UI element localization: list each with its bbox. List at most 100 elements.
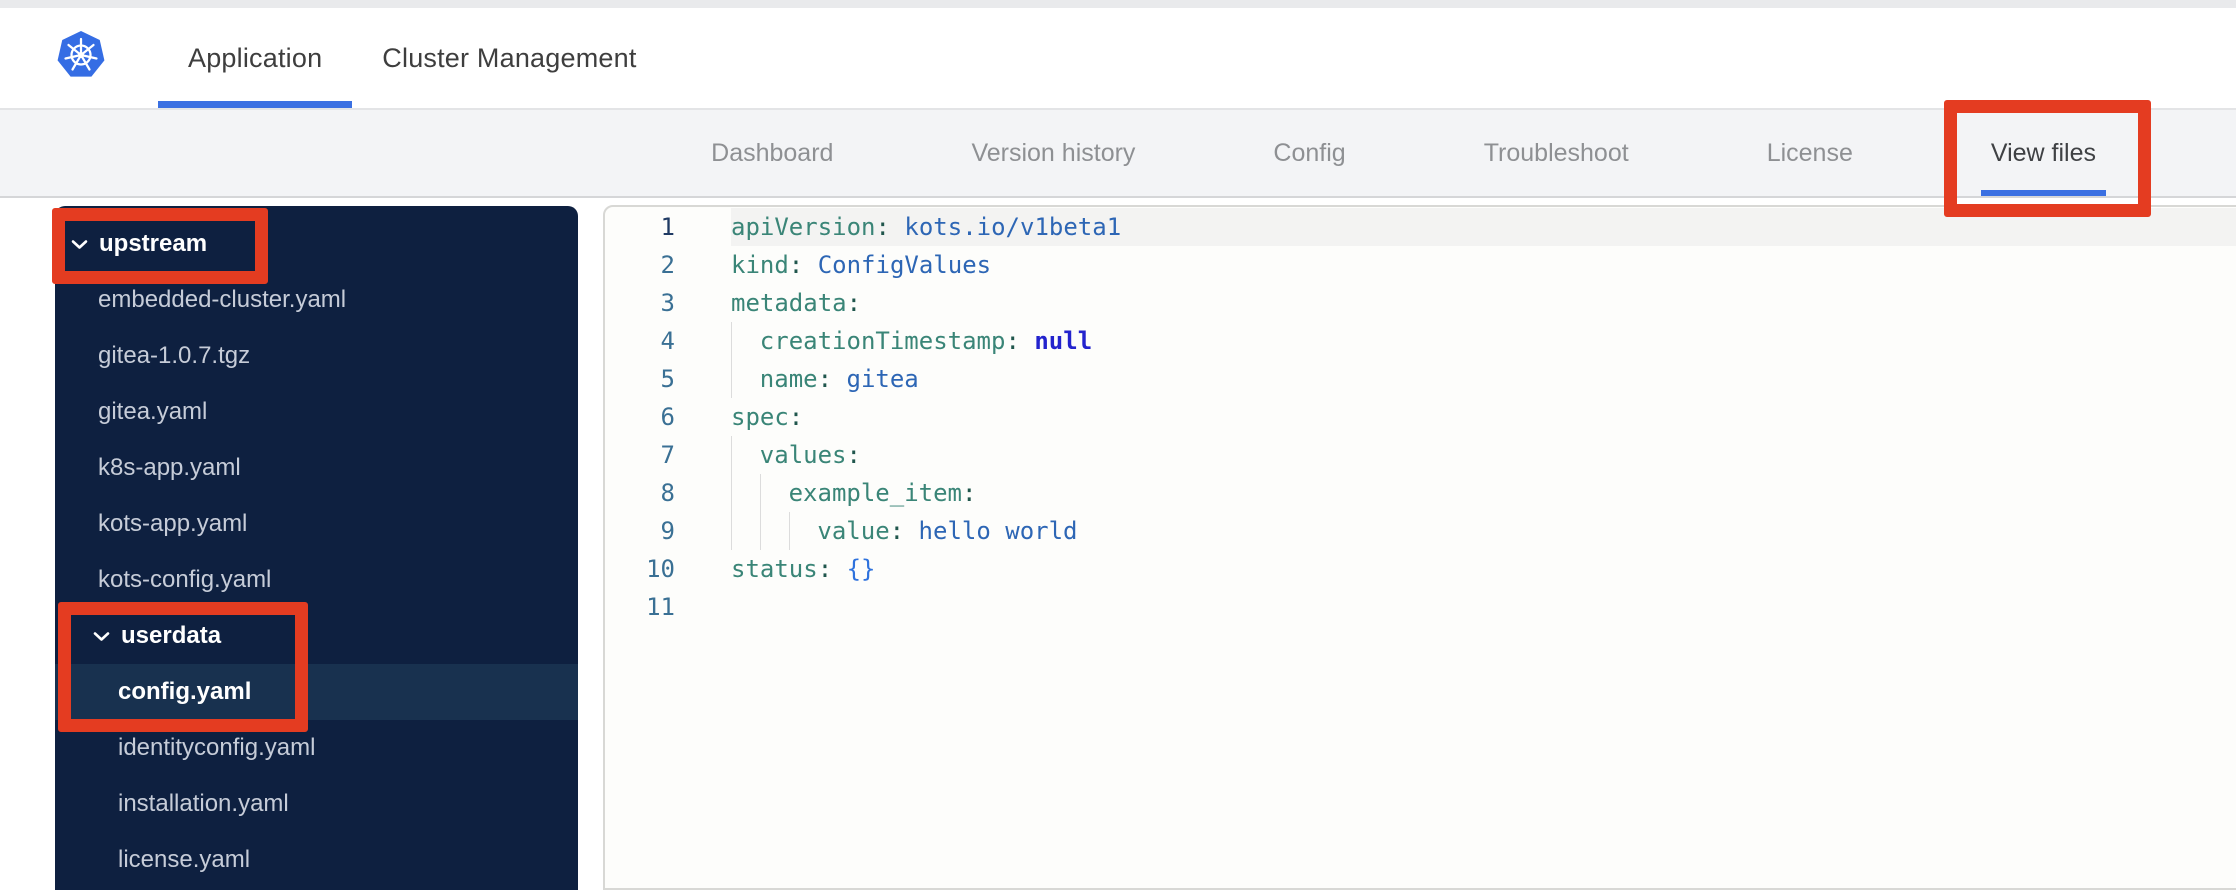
tab-cluster-management[interactable]: Cluster Management [352,8,666,108]
token-colon: : [846,289,862,317]
tab-cluster-management-label: Cluster Management [382,42,637,73]
tab-troubleshoot[interactable]: Troubleshoot [1474,110,1639,196]
code-line-9[interactable]: 9 value: hello world [605,512,2236,550]
token-brace: {} [846,555,876,583]
code-line-content: creationTimestamp: null [731,322,2236,360]
folder-upstream[interactable]: upstream [55,216,578,272]
code-line-content: name: gitea [731,360,2236,398]
indent-guide [731,512,760,550]
indent-guide [731,322,760,360]
line-number: 6 [660,403,675,431]
token-colon: : [817,555,847,583]
chevron-down-icon [93,631,110,642]
file-k8s-app.yaml[interactable]: k8s-app.yaml [55,440,578,496]
tree-item-label: gitea.yaml [98,398,208,425]
file-identityconfig.yaml[interactable]: identityconfig.yaml [55,720,578,776]
code-line-1[interactable]: 1 apiVersion: kots.io/v1beta1 [605,208,2236,246]
token-key: name [759,365,818,393]
code-line-8[interactable]: 8 example_item: [605,474,2236,512]
token-key: spec [731,403,789,431]
indent-guide [731,360,760,398]
code-line-content: example_item: [731,474,2236,512]
file-gitea.yaml[interactable]: gitea.yaml [55,384,578,440]
code-line-2[interactable]: 2 kind: ConfigValues [605,246,2236,284]
token-colon: : [788,403,804,431]
token-colon: : [961,479,977,507]
token-key: kind [731,251,789,279]
token-colon: : [788,251,818,279]
line-number: 2 [660,251,675,279]
token-key: metadata [731,289,847,317]
top-strip [0,0,2236,8]
line-number: 5 [660,365,675,393]
token-const: null [1034,327,1093,355]
line-number: 9 [660,517,675,545]
file-kots-config.yaml[interactable]: kots-config.yaml [55,552,578,608]
token-val: hello world [918,517,1078,545]
code-line-5[interactable]: 5 name: gitea [605,360,2236,398]
tree-item-label: config.yaml [118,678,252,705]
kubernetes-logo-icon[interactable] [56,30,106,80]
code-line-content: spec: [731,398,2236,436]
token-colon: : [889,517,919,545]
tab-view-files[interactable]: View files [1980,110,2107,196]
file-kots-app.yaml[interactable]: kots-app.yaml [55,496,578,552]
indent-guide [731,436,760,474]
token-val: kots.io/v1beta1 [904,213,1122,241]
line-number: 3 [660,289,675,317]
token-colon: : [846,441,861,469]
tab-license[interactable]: License [1757,110,1863,196]
tab-config[interactable]: Config [1263,110,1355,196]
code-line-content: value: hello world [731,512,2236,550]
code-editor[interactable]: 1 apiVersion: kots.io/v1beta1 2 kind: Confi… [603,205,2236,890]
app-subnav: Dashboard Version history Config Trouble… [0,110,2236,198]
header-tabs: Application Cluster Management [158,8,667,108]
code-line-4[interactable]: 4 creationTimestamp: null [605,322,2236,360]
token-key: value [817,517,890,545]
line-number: 7 [660,441,675,469]
file-embedded-cluster.yaml[interactable]: embedded-cluster.yaml [55,272,578,328]
tab-version-history[interactable]: Version history [961,110,1145,196]
tree-item-label: license.yaml [118,846,251,873]
code-line-6[interactable]: 6 spec: [605,398,2236,436]
file-gitea-1.0.7.tgz[interactable]: gitea-1.0.7.tgz [55,328,578,384]
token-key: values [759,441,847,469]
token-colon: : [817,365,847,393]
file-config.yaml[interactable]: config.yaml [55,664,578,720]
token-colon: : [875,213,905,241]
indent-guide [759,474,789,512]
tree-item-label: embedded-cluster.yaml [98,286,347,313]
line-number: 11 [646,593,675,621]
token-val: gitea [846,365,919,393]
code-line-content: kind: ConfigValues [731,246,2236,284]
indent-guide [731,474,760,512]
tree-item-label: k8s-app.yaml [98,454,241,481]
file-license.yaml[interactable]: license.yaml [55,832,578,888]
token-val: ConfigValues [817,251,992,279]
code-line-content [731,588,2236,626]
code-line-content: values: [731,436,2236,474]
code-line-11[interactable]: 11 [605,588,2236,626]
token-key: example_item [788,479,962,507]
tree-item-label: upstream [99,230,208,257]
indent-guide [759,512,789,550]
tree-item-label: identityconfig.yaml [118,734,316,761]
file-installation.yaml[interactable]: installation.yaml [55,776,578,832]
line-number: 4 [660,327,675,355]
code-line-10[interactable]: 10 status: {} [605,550,2236,588]
code-line-content: metadata: [731,284,2236,322]
tree-item-label: kots-app.yaml [98,510,248,537]
code-line-3[interactable]: 3 metadata: [605,284,2236,322]
code-line-content: status: {} [731,550,2236,588]
folder-userdata[interactable]: userdata [55,608,578,664]
tab-dashboard[interactable]: Dashboard [701,110,843,196]
code-line-content: apiVersion: kots.io/v1beta1 [731,208,2236,246]
line-number: 1 [660,213,675,241]
token-key: creationTimestamp [759,327,1006,355]
tree-item-label: gitea-1.0.7.tgz [98,342,251,369]
tab-application[interactable]: Application [158,8,353,108]
tree-item-label: userdata [121,622,222,649]
tab-application-label: Application [188,42,323,73]
file-tree-sidebar: upstream embedded-cluster.yaml gitea-1.0.7… [55,206,578,890]
code-line-7[interactable]: 7 values: [605,436,2236,474]
